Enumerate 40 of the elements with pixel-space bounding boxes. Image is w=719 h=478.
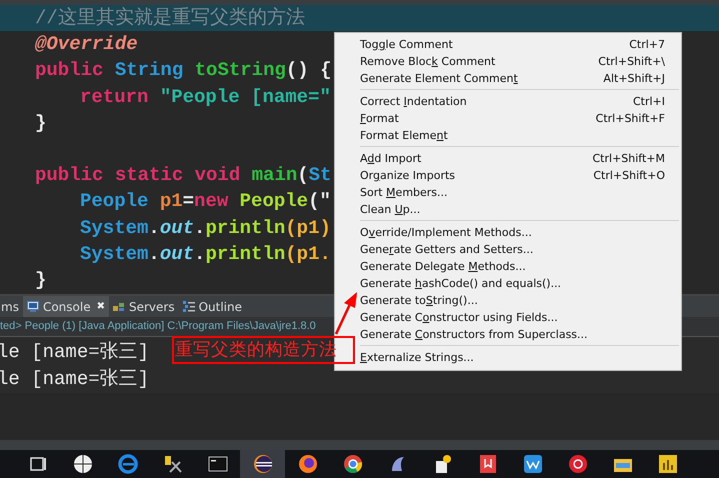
- menu-item[interactable]: Generate Element Comment Alt+Shift+J: [335, 70, 681, 87]
- panel-tab[interactable]: Servers: [108, 296, 179, 317]
- menu-item[interactable]: Organize Imports Ctrl+Shift+O: [335, 167, 681, 184]
- menu-item[interactable]: Toggle Comment Ctrl+7: [335, 36, 681, 53]
- taskbar-button[interactable]: [240, 450, 285, 478]
- outline-icon: [182, 301, 195, 312]
- code-line: }: [35, 110, 46, 136]
- menu-item[interactable]: Generate Getters and Setters...: [335, 241, 681, 258]
- close-icon[interactable]: ✖: [96, 301, 105, 312]
- code-line: public static void main(St: [35, 163, 332, 188]
- code-line: //这里其实就是重写父类的方法: [35, 6, 305, 31]
- menu-item[interactable]: Generate Delegate Methods...: [335, 258, 681, 275]
- w-app-icon: [522, 453, 544, 475]
- code-line: People p1=new People(": [80, 189, 331, 214]
- menu-item[interactable]: Clean Up...: [335, 201, 681, 218]
- chrome-icon: [342, 453, 364, 475]
- code-line: System.out.println(p1.: [80, 242, 331, 267]
- panel-tab[interactable]: ms: [0, 296, 23, 317]
- code-line: System.out.println(p1): [80, 216, 331, 240]
- code-line: public String toString() {: [35, 58, 332, 84]
- menu-item[interactable]: Remove Block Comment Ctrl+Shift+\: [335, 53, 681, 70]
- menu-item[interactable]: Add Import Ctrl+Shift+M: [335, 150, 681, 167]
- menu-item[interactable]: Format Ctrl+Shift+F: [335, 110, 681, 127]
- menu-item[interactable]: Generate toString()...: [335, 292, 681, 309]
- menu-item[interactable]: Generate hashCode() and equals()...: [335, 275, 681, 292]
- annotation-arrow: [334, 292, 357, 335]
- servers-icon: [112, 302, 125, 312]
- code-line: }: [35, 268, 46, 293]
- menu-item[interactable]: Sort Members...: [335, 184, 681, 201]
- panel-tab[interactable]: Console ✖: [22, 296, 109, 317]
- menu-item[interactable]: Override/Implement Methods...: [335, 224, 681, 241]
- panel-tab[interactable]: Outline: [178, 296, 246, 317]
- console-icon: [26, 301, 39, 312]
- chart-app-icon: [656, 453, 678, 475]
- code-line: return "People [name=": [80, 84, 331, 110]
- menu-item[interactable]: Format Element: [335, 127, 681, 144]
- menu-item[interactable]: Correct Indentation Ctrl+I: [335, 93, 681, 110]
- firefox-icon: [296, 453, 318, 475]
- code-line: @Override: [35, 32, 138, 58]
- eclipse-icon: [252, 453, 274, 475]
